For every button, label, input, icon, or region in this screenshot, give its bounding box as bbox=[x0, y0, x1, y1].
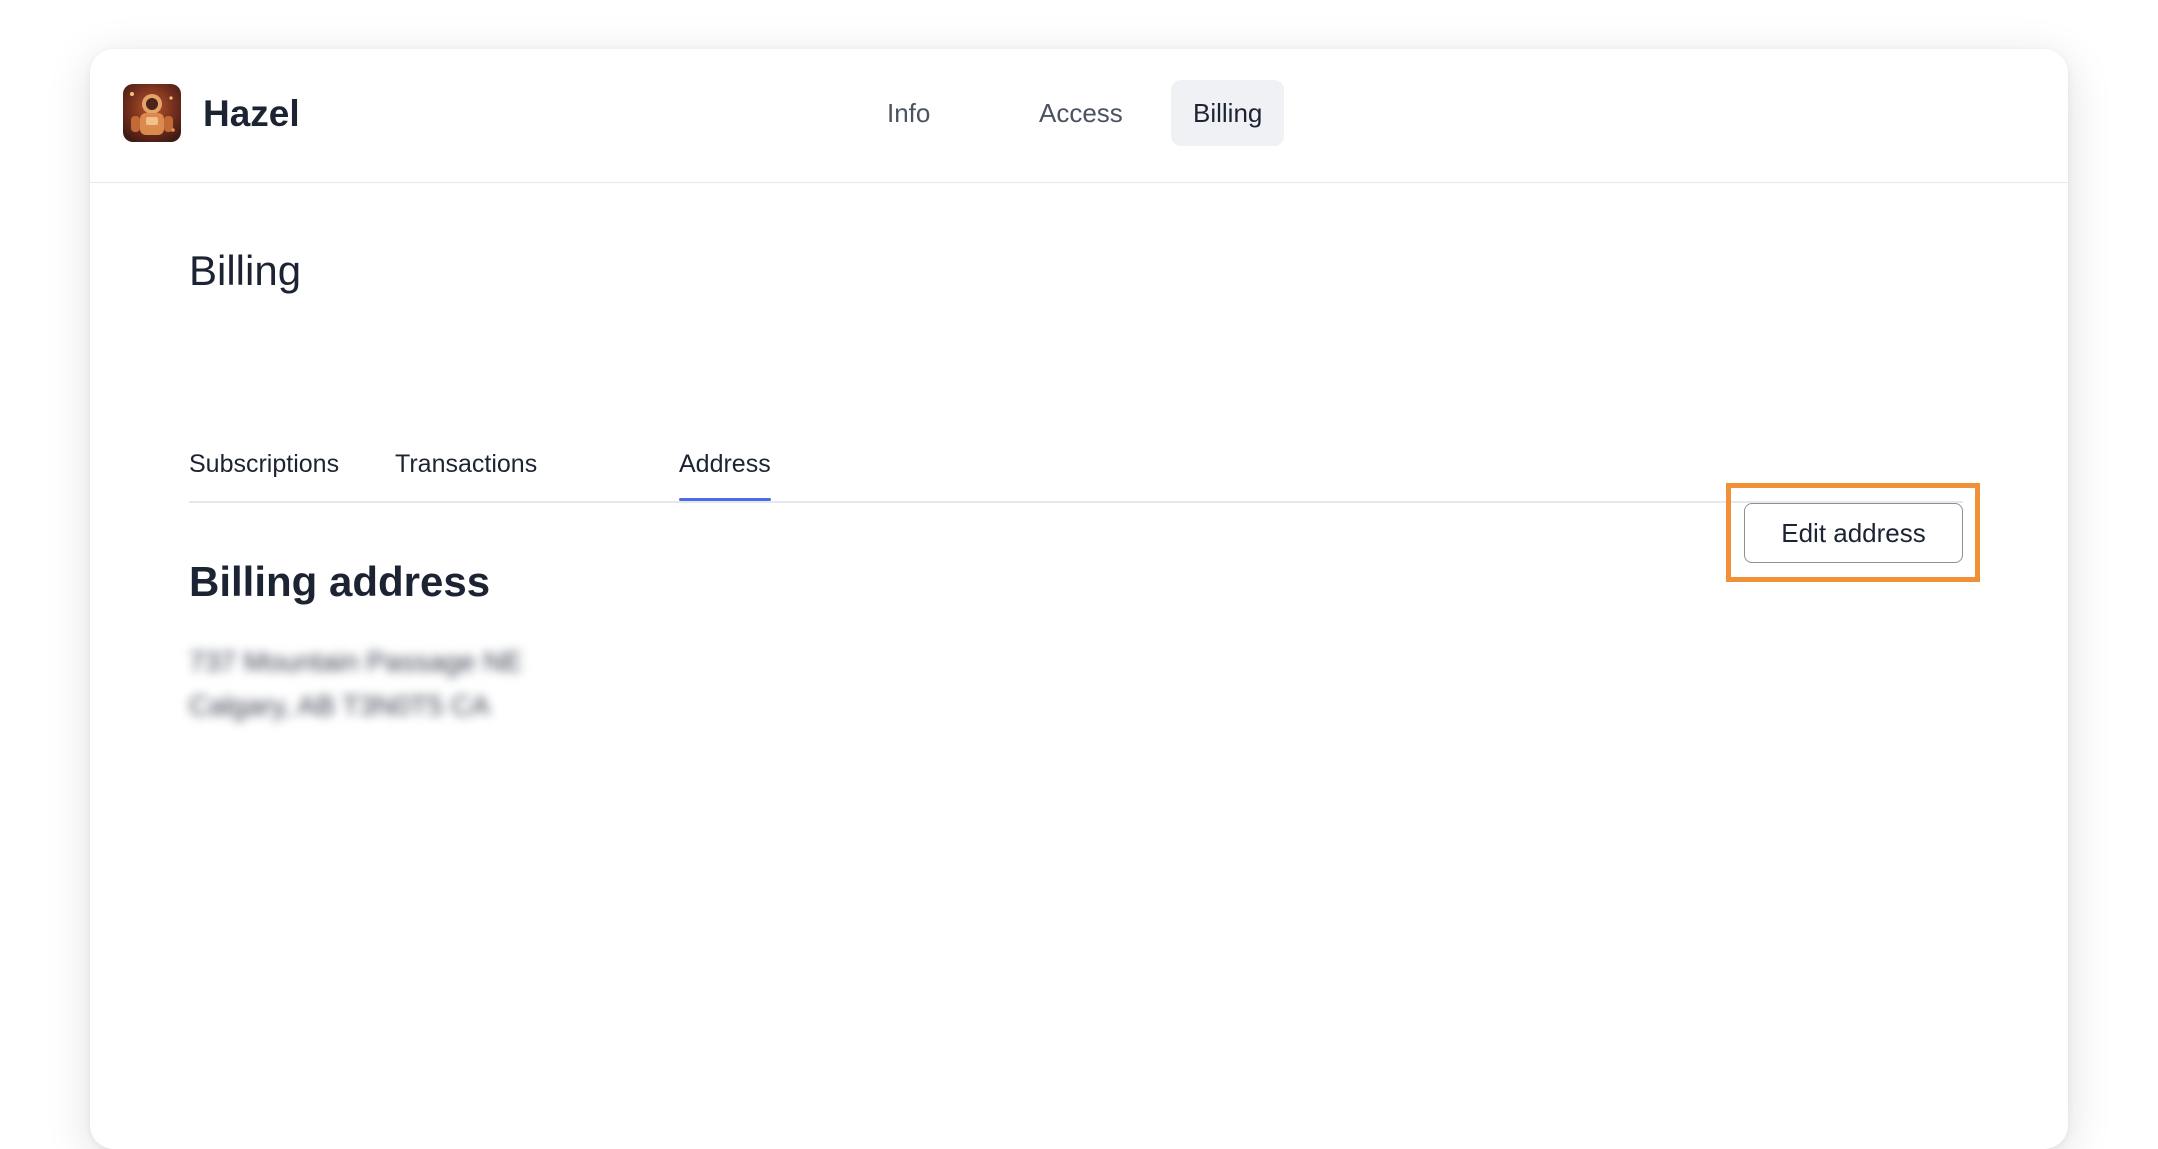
nav-item-billing[interactable]: Billing bbox=[1171, 80, 1285, 146]
nav-item-access[interactable]: Access bbox=[1017, 80, 1145, 146]
address-line-2: Calgary, AB T3N0T5 CA bbox=[189, 690, 490, 721]
app-window: Hazel Info Access Billing Billing Subscr… bbox=[90, 49, 2068, 1149]
billing-tabs: Subscriptions Transactions Address bbox=[189, 431, 1963, 503]
tab-address[interactable]: Address bbox=[679, 449, 771, 501]
tab-label: Subscriptions bbox=[189, 450, 340, 478]
tab-label: Transactions bbox=[395, 450, 538, 478]
tab-transactions[interactable]: Transactions bbox=[395, 449, 537, 499]
page-title: Billing bbox=[189, 247, 302, 294]
active-tab-indicator bbox=[679, 498, 771, 501]
top-bar: Hazel Info Access Billing bbox=[90, 49, 2068, 183]
nav-item-info[interactable]: Info bbox=[865, 80, 952, 146]
tab-label: Address bbox=[679, 450, 771, 478]
edit-address-button[interactable]: Edit address bbox=[1744, 503, 1963, 563]
top-nav: Info Access Billing bbox=[90, 80, 2068, 146]
billing-address-heading: Billing address bbox=[189, 558, 491, 605]
address-line-1: 737 Mountain Passage NE bbox=[189, 646, 523, 677]
tab-subscriptions[interactable]: Subscriptions bbox=[189, 449, 339, 499]
